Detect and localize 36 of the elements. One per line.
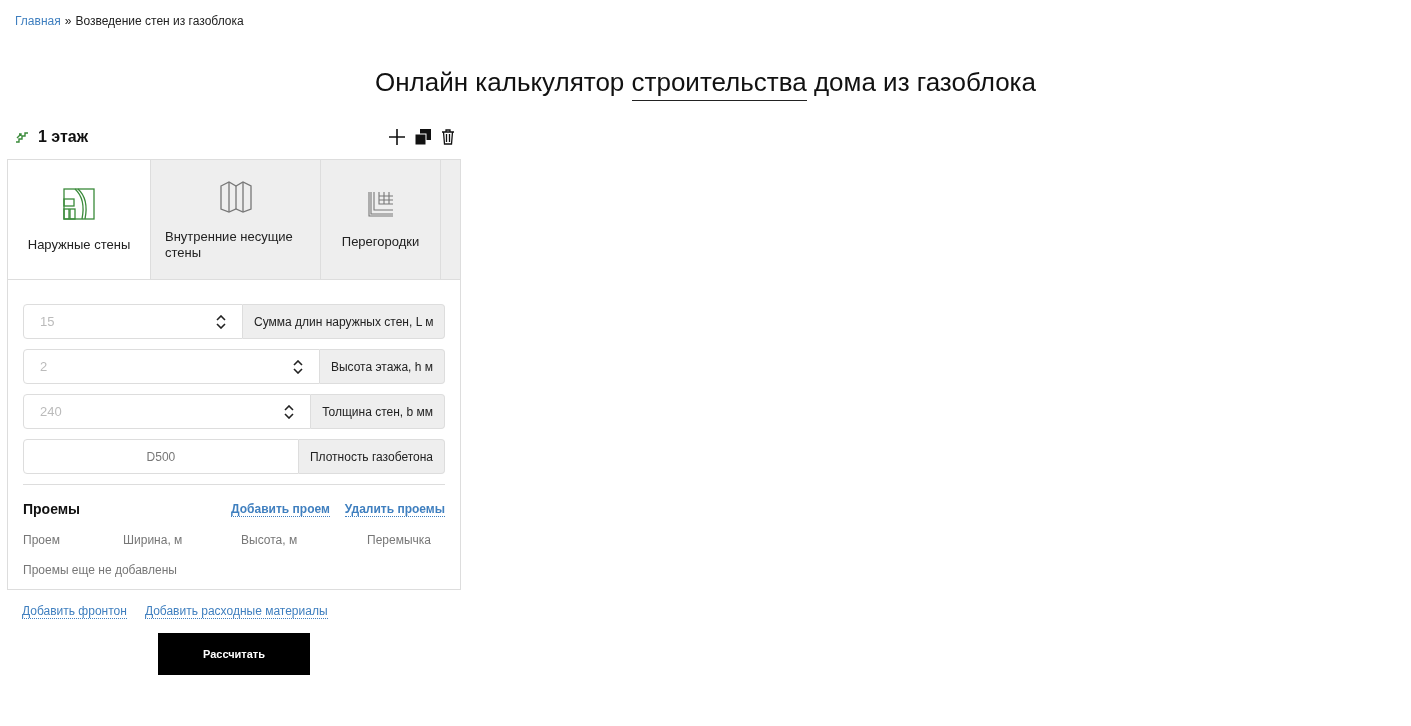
copy-icon[interactable]	[415, 129, 431, 145]
column-header: Высота, м	[241, 533, 299, 547]
openings-link[interactable]: Удалить проемы	[344, 501, 445, 517]
openings-link[interactable]: Добавить проем	[231, 501, 330, 517]
spinner-icon[interactable]	[216, 314, 226, 329]
parameter-label: Сумма длин наружных стен, L м	[243, 304, 446, 339]
page-title: Онлайн калькулятор	[375, 66, 626, 99]
floor-plan-icon	[62, 186, 96, 221]
column-header: Ширина, м	[123, 533, 184, 547]
number-field[interactable]: 2	[23, 349, 320, 384]
page-title: дома из газоблока	[812, 66, 1036, 99]
parameter-label: Толщина стен, b мм	[311, 394, 445, 429]
stairs-icon	[15, 131, 29, 143]
wall-type-tab[interactable]: Наружные стены	[8, 160, 151, 279]
calculate-button[interactable]: Рассчитать	[158, 633, 310, 675]
parameter-label: Плотность газобетона	[298, 439, 445, 474]
trash-icon[interactable]	[441, 129, 455, 145]
column-header: Проем	[23, 533, 61, 547]
add-link[interactable]: Добавить расходные материалы	[144, 604, 328, 619]
spinner-icon[interactable]	[292, 359, 303, 374]
breadcrumb-separator: »	[64, 14, 72, 28]
add-link[interactable]: Добавить фронтон	[22, 604, 127, 619]
parameter-label: Высота этажа, h м	[319, 349, 445, 384]
floor-title: 1 этаж	[38, 128, 89, 146]
openings-title: Проемы	[23, 501, 82, 517]
add-icon[interactable]	[389, 129, 405, 145]
page-title: строительства	[631, 66, 807, 101]
density-select[interactable]: D500	[23, 439, 299, 474]
column-header: Перемычка	[366, 533, 432, 547]
breadcrumb-current: Возведение стен из газоблока	[75, 14, 244, 28]
spinner-icon[interactable]	[284, 404, 295, 419]
wall-grid-icon	[366, 189, 395, 218]
number-field[interactable]: 15	[23, 304, 243, 339]
empty-message: Проемы еще не добавлены	[23, 563, 178, 577]
number-field[interactable]: 240	[23, 394, 312, 429]
breadcrumb-link[interactable]: Главная	[15, 14, 61, 28]
